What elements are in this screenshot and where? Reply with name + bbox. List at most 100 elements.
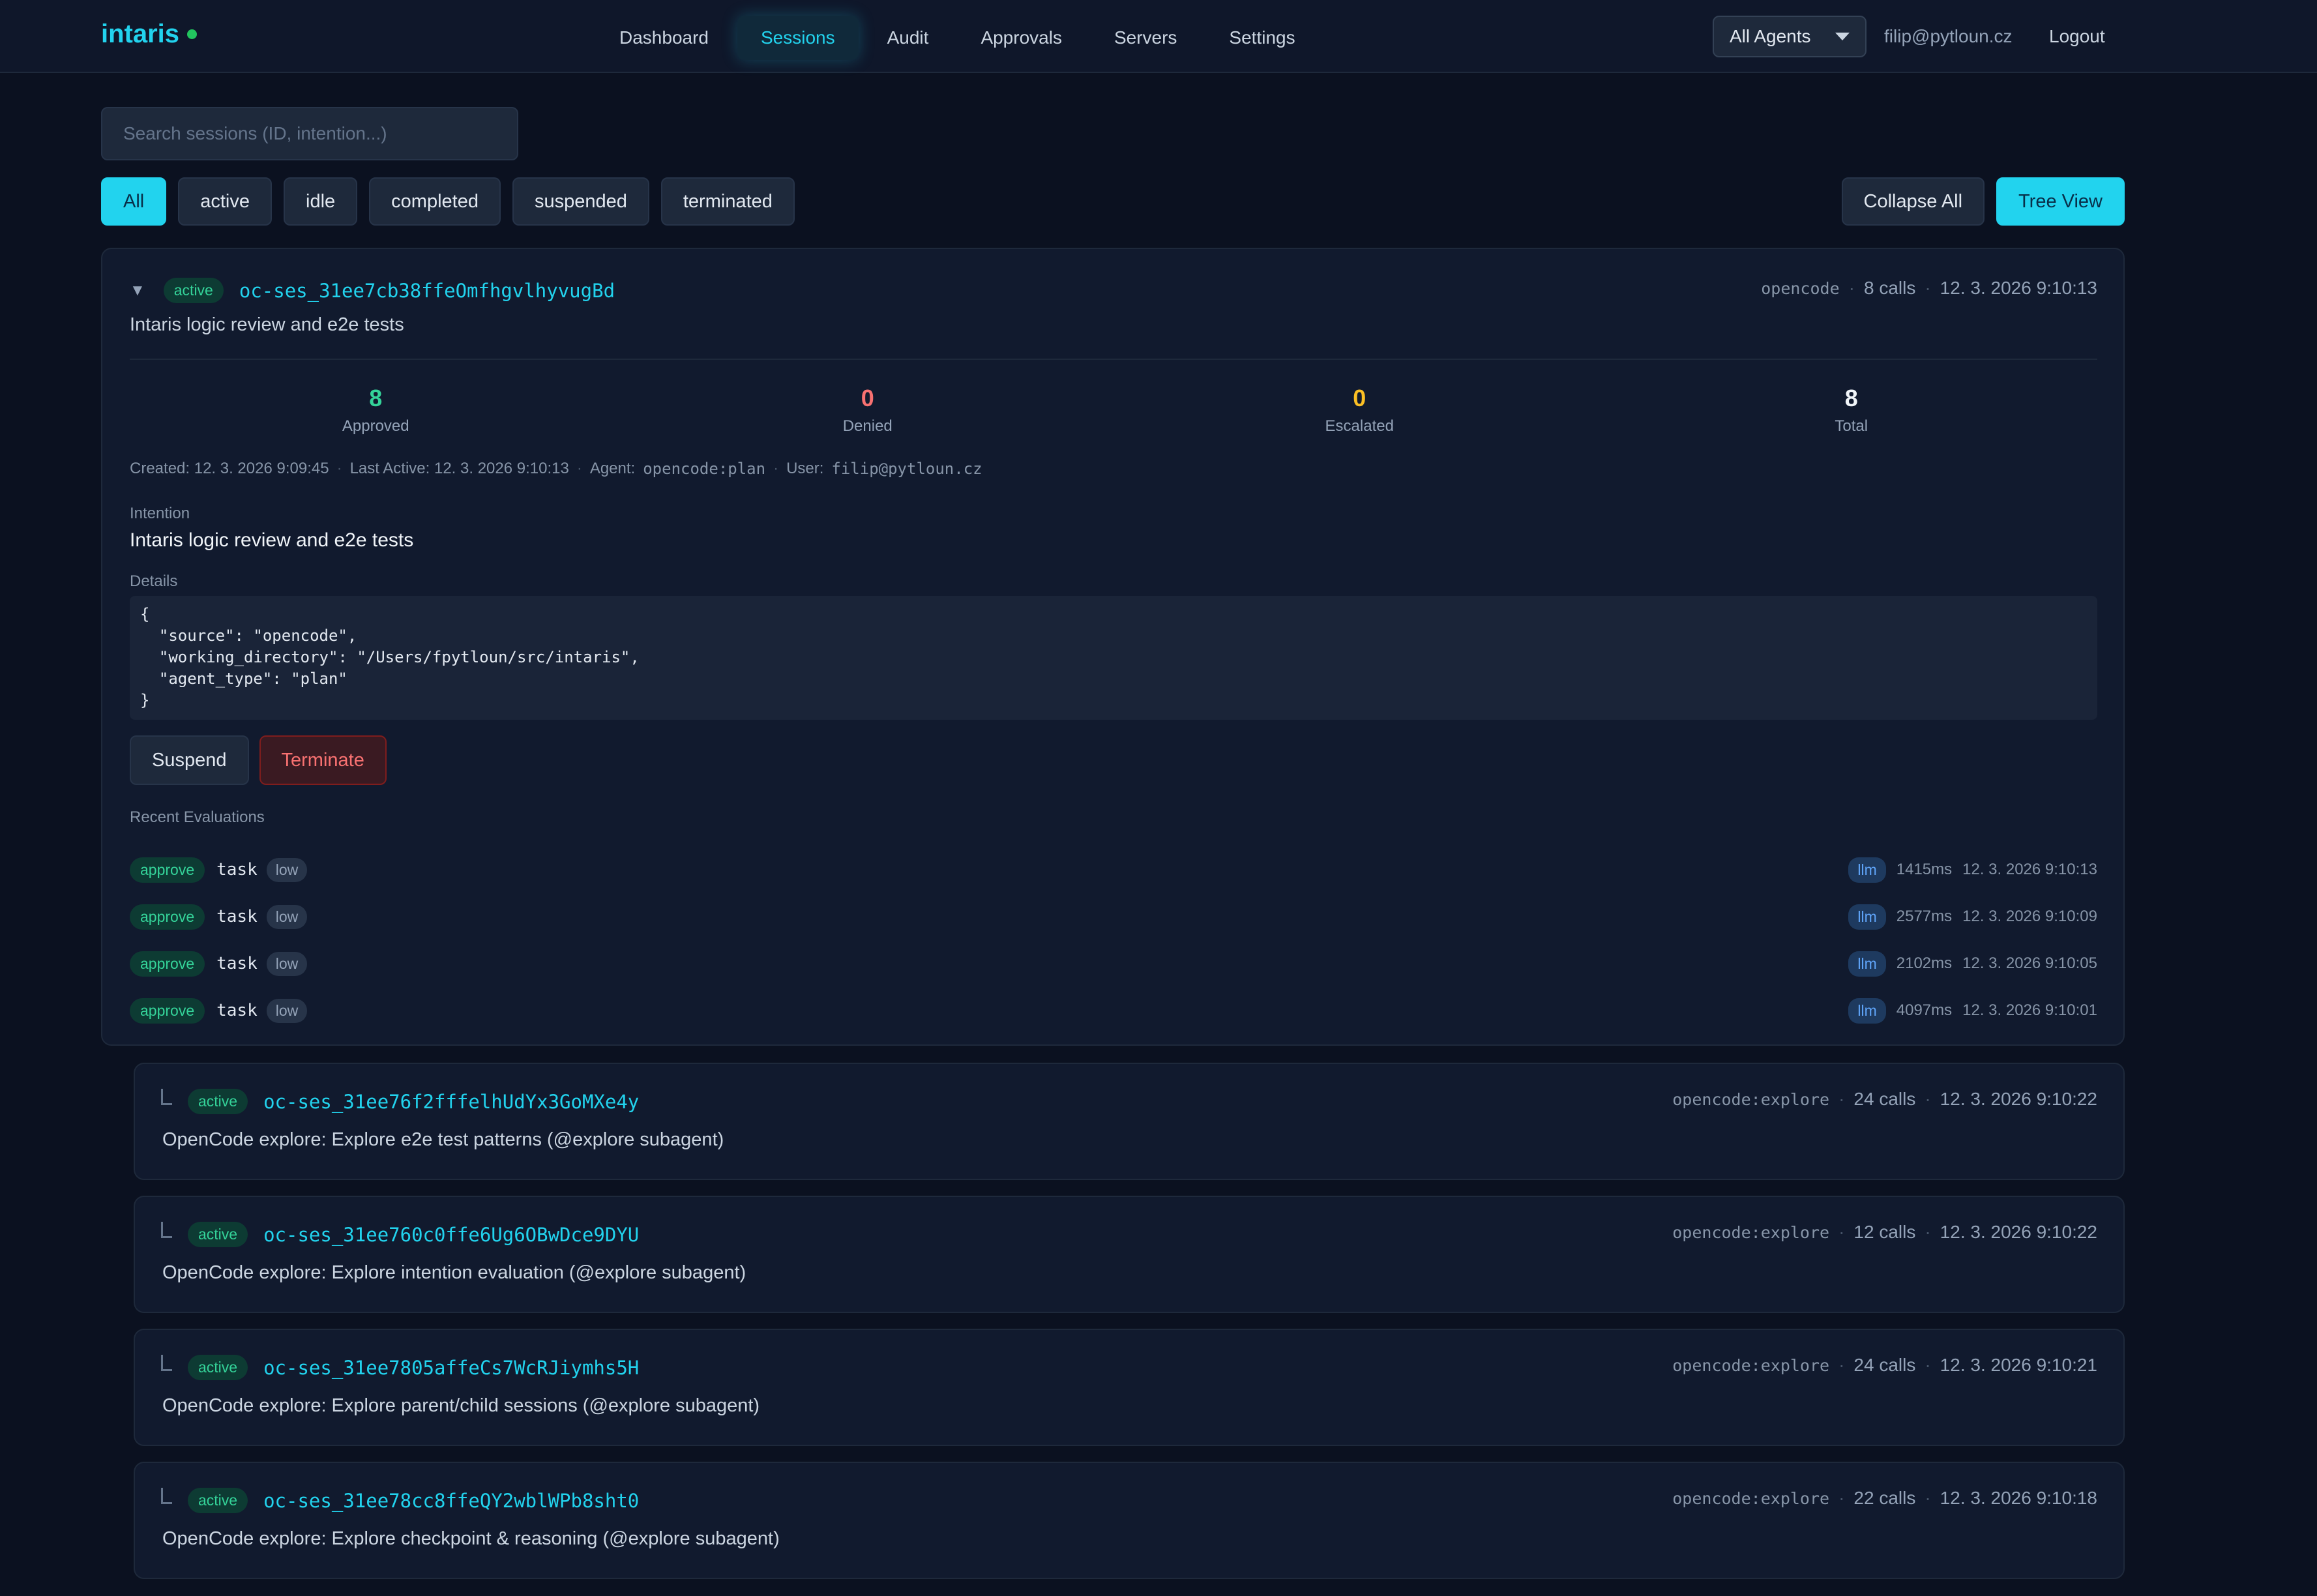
session-id-link[interactable]: oc-ses_31ee7cb38ffeOmfhgvlhyvugBd	[239, 280, 615, 302]
filter-active[interactable]: active	[178, 177, 272, 226]
separator: ·	[1925, 1222, 1931, 1242]
separator: ·	[773, 460, 779, 477]
nav-sessions[interactable]: Sessions	[737, 16, 859, 60]
latency: 2577ms	[1896, 908, 1953, 925]
child-session-card[interactable]: active oc-ses_31ee76f2fffelhUdYx3GoMXe4y…	[134, 1063, 2125, 1180]
details-json: { "source": "opencode", "working_directo…	[130, 596, 2097, 720]
decision-badge: approve	[130, 904, 205, 930]
session-card: ▼ active oc-ses_31ee7cb38ffeOmfhgvlhyvug…	[101, 248, 2125, 1046]
session-id-link[interactable]: oc-ses_31ee78cc8ffeQY2wblWPb8sht0	[263, 1490, 639, 1512]
session-timestamp: 12. 3. 2026 9:10:21	[1940, 1355, 2097, 1375]
latency: 4097ms	[1896, 1001, 1953, 1019]
chevron-down-icon	[1835, 33, 1850, 40]
stat-label: Approved	[342, 417, 409, 435]
search-input[interactable]	[101, 107, 518, 160]
call-count: 22 calls	[1853, 1488, 1916, 1508]
child-session-header: active oc-ses_31ee760c0ffe6Ug6OBwDce9DYU	[161, 1222, 639, 1247]
tree-branch-icon	[161, 1488, 172, 1504]
evaluator-badge: llm	[1848, 998, 1886, 1024]
separator: ·	[1925, 1488, 1931, 1508]
user-value: filip@pytloun.cz	[831, 460, 982, 478]
session-id-link[interactable]: oc-ses_31ee7805affeCs7WcRJiymhs5H	[263, 1357, 639, 1379]
session-id-link[interactable]: oc-ses_31ee760c0ffe6Ug6OBwDce9DYU	[263, 1224, 639, 1246]
status-badge: active	[163, 278, 224, 303]
latency: 1415ms	[1896, 861, 1953, 878]
call-count: 12 calls	[1853, 1222, 1916, 1242]
stat-label: Escalated	[1325, 417, 1394, 435]
child-session-card[interactable]: active oc-ses_31ee760c0ffe6Ug6OBwDce9DYU…	[134, 1196, 2125, 1313]
terminate-button[interactable]: Terminate	[259, 735, 387, 785]
separator: ·	[1838, 1222, 1845, 1242]
nav-audit[interactable]: Audit	[864, 16, 952, 60]
child-session-description: OpenCode explore: Explore parent/child s…	[162, 1395, 760, 1416]
agent-name: opencode:explore	[1672, 1355, 1830, 1375]
app-logo[interactable]: intaris	[101, 20, 198, 49]
nav-approvals[interactable]: Approvals	[957, 16, 1085, 60]
filter-idle[interactable]: idle	[284, 177, 358, 226]
user-label: User:	[786, 460, 824, 477]
child-session-meta: opencode:explore · 24 calls · 12. 3. 202…	[1672, 1089, 2097, 1110]
collapse-all-button[interactable]: Collapse All	[1841, 177, 1985, 226]
child-session-description: OpenCode explore: Explore e2e test patte…	[162, 1129, 724, 1150]
risk-badge: low	[266, 857, 308, 882]
agent-name: opencode:explore	[1672, 1488, 1830, 1508]
stat-escalated: 0 Escalated	[1114, 385, 1606, 436]
nav-dashboard[interactable]: Dashboard	[596, 16, 732, 60]
recent-evaluations-label: Recent Evaluations	[130, 808, 265, 826]
stat-value: 8	[1844, 385, 1858, 411]
separator: ·	[1925, 1355, 1931, 1375]
intention-label: Intention	[130, 505, 190, 522]
logout-link[interactable]: Logout	[2049, 26, 2105, 47]
filter-terminated[interactable]: terminated	[660, 177, 795, 226]
stat-total: 8 Total	[1606, 385, 2098, 436]
nav-settings[interactable]: Settings	[1205, 16, 1318, 60]
child-session-header: active oc-ses_31ee76f2fffelhUdYx3GoMXe4y	[161, 1089, 639, 1114]
stats-row: 8 Approved 0 Denied 0 Escalated 8 Total	[130, 385, 2097, 436]
separator: ·	[1838, 1488, 1845, 1508]
status-badge: active	[188, 1488, 248, 1513]
intention-value: Intaris logic review and e2e tests	[130, 529, 414, 551]
agent-value: opencode:plan	[643, 460, 766, 478]
filter-all[interactable]: All	[101, 177, 167, 226]
child-session-header: active oc-ses_31ee78cc8ffeQY2wblWPb8sht0	[161, 1488, 639, 1513]
status-badge: active	[188, 1222, 248, 1247]
tree-view-button[interactable]: Tree View	[1996, 177, 2125, 226]
stat-denied: 0 Denied	[622, 385, 1114, 436]
latency: 2102ms	[1896, 954, 1953, 972]
session-header[interactable]: ▼ active oc-ses_31ee7cb38ffeOmfhgvlhyvug…	[130, 278, 615, 303]
child-session-card[interactable]: active oc-ses_31ee78cc8ffeQY2wblWPb8sht0…	[134, 1462, 2125, 1579]
session-id-link[interactable]: oc-ses_31ee76f2fffelhUdYx3GoMXe4y	[263, 1091, 639, 1113]
evaluation-row[interactable]: approve task low llm 1415ms 12. 3. 2026 …	[130, 846, 2097, 893]
evaluation-row[interactable]: approve task low llm 4097ms 12. 3. 2026 …	[130, 987, 2097, 1034]
child-session-meta: opencode:explore · 24 calls · 12. 3. 202…	[1672, 1355, 2097, 1376]
evaluation-row[interactable]: approve task low llm 2102ms 12. 3. 2026 …	[130, 940, 2097, 987]
stat-value: 0	[861, 385, 874, 411]
view-controls: Collapse All Tree View	[1841, 177, 2125, 226]
child-session-header: active oc-ses_31ee7805affeCs7WcRJiymhs5H	[161, 1355, 639, 1380]
stat-value: 0	[1353, 385, 1366, 411]
agent-name: opencode:explore	[1672, 1222, 1830, 1242]
risk-badge: low	[266, 904, 308, 929]
session-timestamp: 12. 3. 2026 9:10:13	[1940, 278, 2097, 298]
session-actions: Suspend Terminate	[130, 735, 387, 785]
session-meta: opencode · 8 calls · 12. 3. 2026 9:10:13	[1761, 278, 2097, 299]
separator: ·	[1838, 1355, 1845, 1375]
collapse-toggle-icon[interactable]: ▼	[130, 282, 145, 300]
tool-name: task	[216, 907, 258, 926]
filter-suspended[interactable]: suspended	[512, 177, 649, 226]
tool-name: task	[216, 954, 258, 973]
evaluator-badge: llm	[1848, 857, 1886, 883]
nav-servers[interactable]: Servers	[1091, 16, 1200, 60]
evaluation-row[interactable]: approve task low llm 2577ms 12. 3. 2026 …	[130, 893, 2097, 940]
evaluations-list: approve task low llm 1415ms 12. 3. 2026 …	[130, 846, 2097, 1034]
separator: ·	[336, 460, 342, 477]
separator: ·	[1838, 1089, 1845, 1109]
agent-select[interactable]: All Agents	[1713, 16, 1867, 57]
risk-badge: low	[266, 998, 308, 1023]
tree-branch-icon	[161, 1355, 172, 1371]
filter-completed[interactable]: completed	[369, 177, 501, 226]
child-session-card[interactable]: active oc-ses_31ee7805affeCs7WcRJiymhs5H…	[134, 1329, 2125, 1446]
session-timestamp: 12. 3. 2026 9:10:22	[1940, 1222, 2097, 1242]
status-dot-icon	[187, 29, 198, 39]
suspend-button[interactable]: Suspend	[130, 735, 249, 785]
